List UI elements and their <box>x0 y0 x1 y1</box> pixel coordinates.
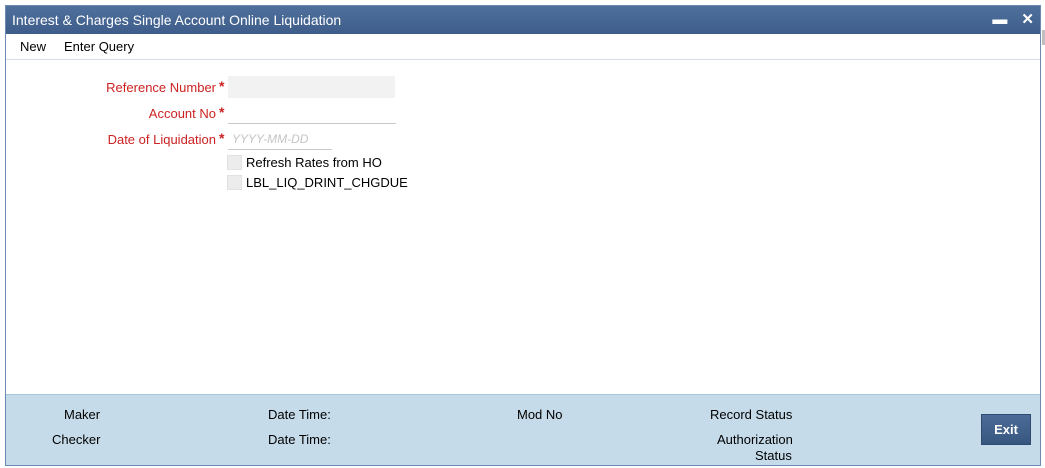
authorization-status-label-line2: Status <box>755 448 792 463</box>
minimize-icon[interactable]: ▬ <box>992 6 1007 34</box>
title-bar: Interest & Charges Single Account Online… <box>6 6 1040 34</box>
date-of-liquidation-input[interactable] <box>228 128 332 150</box>
account-no-input[interactable] <box>228 102 396 124</box>
new-menu-item[interactable]: New <box>20 39 46 54</box>
date-of-liquidation-required-mark: * <box>219 130 225 146</box>
enter-query-menu-item[interactable]: Enter Query <box>64 39 134 54</box>
close-icon[interactable]: ✕ <box>1021 6 1034 34</box>
reference-number-input[interactable] <box>228 76 395 98</box>
maker-label: Maker <box>64 407 101 422</box>
refresh-rates-checkbox[interactable] <box>227 155 242 170</box>
mod-no-label: Mod No <box>517 407 563 422</box>
liq-drint-chgdue-label: LBL_LIQ_DRINT_CHGDUE <box>246 175 408 190</box>
liquidation-window: Interest & Charges Single Account Online… <box>5 5 1041 466</box>
reference-number-label: Reference Number <box>106 80 216 95</box>
window-controls: ▬ ✕ <box>992 6 1034 34</box>
window-title: Interest & Charges Single Account Online… <box>12 12 342 28</box>
refresh-rates-label: Refresh Rates from HO <box>246 155 382 170</box>
account-no-label: Account No <box>148 106 216 121</box>
checker-date-time-label: Date Time: <box>268 432 331 447</box>
audit-footer: Maker Checker Date Time: Date Time: Mod … <box>6 394 1040 465</box>
liq-drint-chgdue-checkbox[interactable] <box>227 175 242 190</box>
account-no-required-mark: * <box>219 104 225 120</box>
checker-label: Checker <box>52 432 101 447</box>
record-status-label: Record Status <box>710 407 793 422</box>
reference-number-required-mark: * <box>219 78 225 94</box>
maker-date-time-label: Date Time: <box>268 407 331 422</box>
exit-button[interactable]: Exit <box>981 414 1031 445</box>
authorization-status-label-line1: Authorization <box>717 432 793 447</box>
date-of-liquidation-label: Date of Liquidation <box>107 132 216 147</box>
menu-bar: New Enter Query <box>6 34 1040 60</box>
